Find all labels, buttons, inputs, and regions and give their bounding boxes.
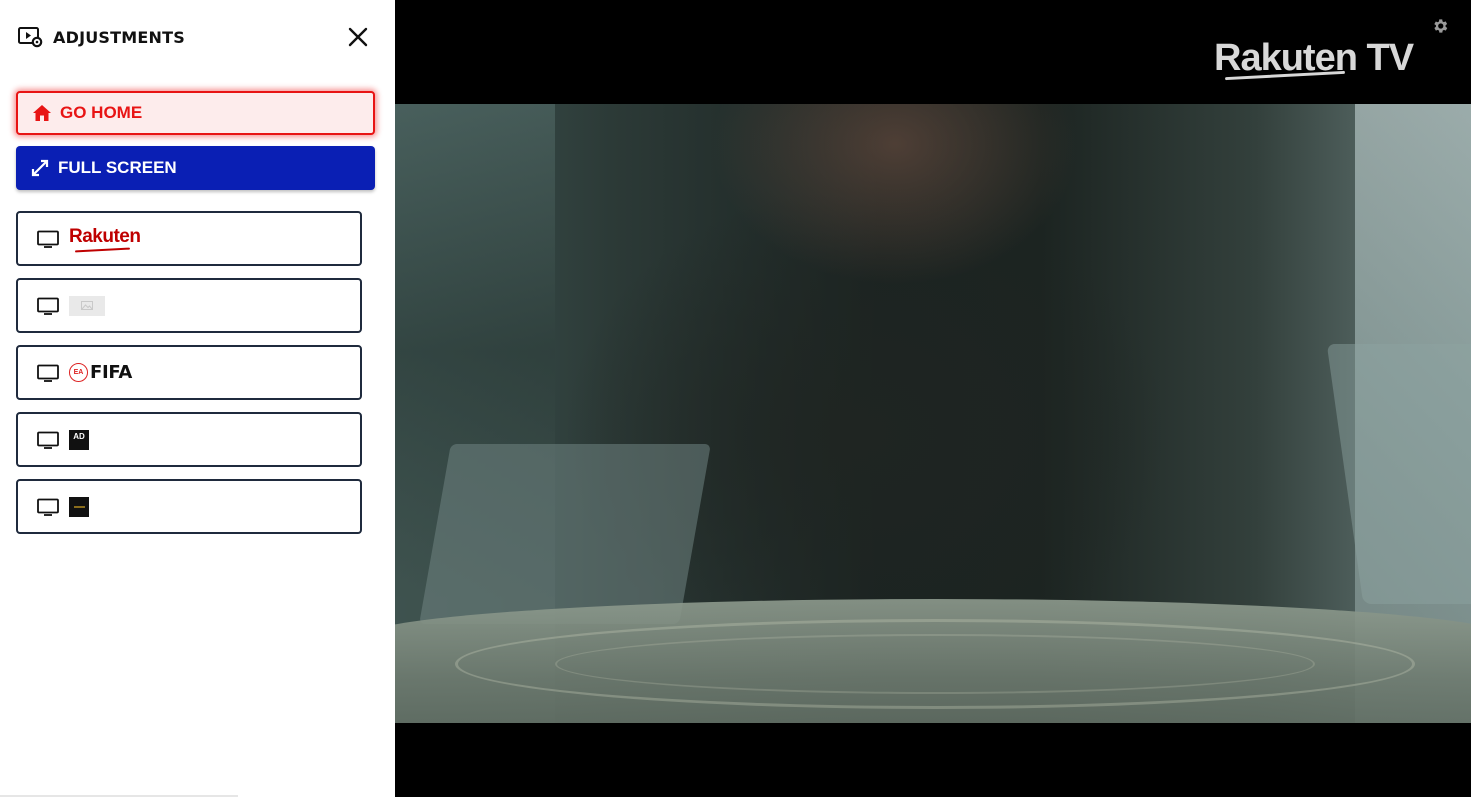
- channel-item-fifa[interactable]: EA FIFA: [16, 345, 362, 400]
- tv-icon: [37, 297, 59, 315]
- channel-logo-rakuten: Rakuten: [69, 226, 141, 251]
- panel-header: ADJUSTMENTS: [18, 24, 185, 50]
- full-screen-label: FULL SCREEN: [58, 158, 177, 177]
- channel-item-5[interactable]: [16, 479, 362, 534]
- gear-icon[interactable]: [1431, 17, 1449, 35]
- channel-logo-dark: [69, 496, 89, 517]
- rakuten-logo-text: Rakuten: [69, 226, 141, 251]
- image-placeholder-icon: [69, 295, 105, 316]
- go-home-button[interactable]: GO HOME: [16, 91, 375, 135]
- channel-item-2[interactable]: [16, 278, 362, 333]
- fifa-logo-text: FIFA: [90, 362, 132, 383]
- home-icon: [33, 105, 51, 121]
- expand-icon: [31, 159, 49, 177]
- tv-icon: [37, 431, 59, 449]
- tv-icon: [37, 498, 59, 516]
- close-button[interactable]: [344, 23, 372, 51]
- close-icon[interactable]: [348, 27, 368, 47]
- tv-icon: [37, 230, 59, 248]
- tv-icon: [37, 364, 59, 382]
- channel-logo-fifa: EA FIFA: [69, 362, 132, 383]
- panel-title: ADJUSTMENTS: [53, 27, 185, 47]
- channel-logo-ad: AD: [69, 429, 89, 450]
- full-screen-button[interactable]: FULL SCREEN: [16, 146, 375, 190]
- adjustments-panel: ADJUSTMENTS GO HOME FULL SCREEN Rakuten: [0, 0, 395, 797]
- video-player[interactable]: Rakuten TV: [395, 0, 1471, 797]
- channel-item-ad[interactable]: AD: [16, 412, 362, 467]
- video-frame[interactable]: [395, 104, 1471, 723]
- video-settings-icon: [18, 26, 43, 48]
- channel-item-rakuten[interactable]: Rakuten: [16, 211, 362, 266]
- go-home-label: GO HOME: [60, 103, 143, 122]
- ea-badge: EA: [69, 363, 88, 382]
